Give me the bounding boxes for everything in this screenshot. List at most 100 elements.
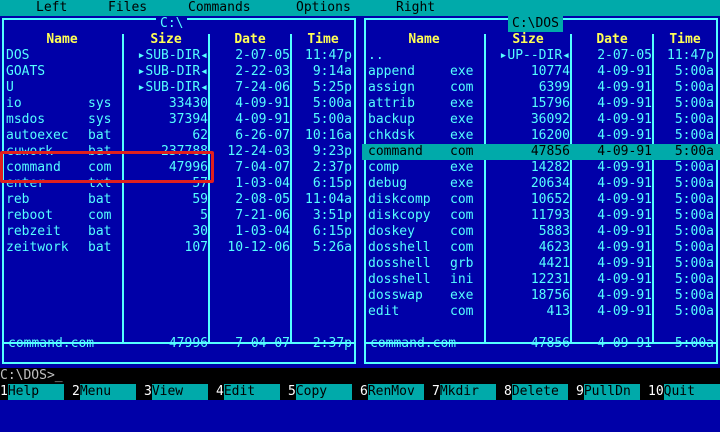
fkey-label: Copy [295,384,352,400]
file-row[interactable]: dosswap exe 18756 4-09-91 5:00a [362,288,720,304]
fkey-renmov[interactable]: 6RenMov [360,384,424,400]
file-row[interactable]: rebzeit bat 30 1-03-04 6:15p [0,224,358,240]
file-name: msdos [6,112,46,127]
file-size: 4421 [538,256,570,271]
file-time: 11:04a [305,192,352,207]
file-time: 11:47p [667,48,714,63]
file-row[interactable]: append exe 10774 4-09-91 5:00a [362,64,720,80]
file-row[interactable]: edit com 413 4-09-91 5:00a [362,304,720,320]
file-row[interactable]: diskcomp com 10652 4-09-91 5:00a [362,192,720,208]
file-row[interactable]: GOATS ▸SUB-DIR◂ 2-22-03 9:14a [0,64,358,80]
menu-bar: Left Files Commands Options Right [0,0,720,16]
file-row[interactable]: diskcopy com 11793 4-09-91 5:00a [362,208,720,224]
file-time: 5:00a [674,272,714,287]
file-time: 10:16a [305,128,352,143]
file-row[interactable]: dosshell com 4623 4-09-91 5:00a [362,240,720,256]
file-row[interactable]: dosshell grb 4421 4-09-91 5:00a [362,256,720,272]
fkey-delete[interactable]: 8Delete [504,384,568,400]
file-date: 4-09-91 [597,64,652,79]
file-row[interactable]: reboot com 5 7-21-06 3:51p [0,208,358,224]
file-size: 5883 [538,224,570,239]
file-name: doskey [368,224,415,239]
fkey-help[interactable]: 1Help [0,384,64,400]
file-date: 2-08-05 [235,192,290,207]
right-panel[interactable]: C:\DOS Name Size Date Time .. ▸UP--DIR◂ 2-… [362,16,720,366]
header-name: Name [46,32,78,47]
file-row[interactable]: U ▸SUB-DIR◂ 7-24-06 5:25p [0,80,358,96]
file-time: 5:00a [674,240,714,255]
file-size: ▸UP--DIR◂ [499,48,570,63]
file-row[interactable]: assign com 6399 4-09-91 5:00a [362,80,720,96]
menu-commands[interactable]: Commands [188,0,251,16]
fkey-number: 10 [648,384,664,399]
header-time: Time [669,32,701,47]
file-row[interactable]: .. ▸UP--DIR◂ 2-07-05 11:47p [362,48,720,64]
file-time: 5:00a [674,96,714,111]
fkey-quit[interactable]: 10Quit [648,384,720,400]
menu-left[interactable]: Left [36,0,67,16]
file-ext: com [450,240,474,255]
file-row[interactable]: attrib exe 15796 4-09-91 5:00a [362,96,720,112]
file-row[interactable]: chkdsk exe 16200 4-09-91 5:00a [362,128,720,144]
file-name: diskcopy [368,208,431,223]
file-size: 5 [200,208,208,223]
fkey-number: 7 [432,384,440,399]
file-row[interactable]: reb bat 59 2-08-05 11:04a [0,192,358,208]
right-file-list: .. ▸UP--DIR◂ 2-07-05 11:47p append exe 10774 4-… [362,48,720,320]
file-time: 5:00a [674,192,714,207]
file-time: 5:25p [312,80,352,95]
file-row[interactable]: dosshell ini 12231 4-09-91 5:00a [362,272,720,288]
menu-options[interactable]: Options [296,0,351,16]
file-size: 10774 [530,64,570,79]
menu-right[interactable]: Right [396,0,435,16]
file-date: 4-09-91 [597,112,652,127]
file-name: U [6,80,14,95]
file-date: 4-09-91 [597,288,652,303]
file-time: 9:23p [312,144,352,159]
file-row[interactable]: command com 47856 4-09-91 5:00a [362,144,720,160]
file-ext: bat [88,128,112,143]
file-row[interactable]: doskey com 5883 4-09-91 5:00a [362,224,720,240]
header-date: Date [234,32,266,47]
file-time: 5:00a [674,80,714,95]
file-ext: com [450,208,474,223]
file-row[interactable]: autoexec bat 62 6-26-07 10:16a [0,128,358,144]
menu-files[interactable]: Files [108,0,147,16]
file-row[interactable]: zeitwork bat 107 10-12-06 5:26a [0,240,358,256]
command-line[interactable]: C:\DOS>_ [0,368,720,384]
file-name: dosshell [368,256,431,271]
file-date: 4-09-91 [597,272,652,287]
file-row[interactable]: comp exe 14282 4-09-91 5:00a [362,160,720,176]
fkey-pulldn[interactable]: 9PullDn [576,384,640,400]
info-size: 47996 [168,336,208,351]
file-row[interactable]: backup exe 36092 4-09-91 5:00a [362,112,720,128]
file-size: 59 [192,192,208,207]
file-ext: sys [88,96,112,111]
file-ext: sys [88,112,112,127]
fkey-copy[interactable]: 5Copy [288,384,352,400]
highlight-box [0,151,214,183]
file-size: 18756 [530,288,570,303]
file-row[interactable]: msdos sys 37394 4-09-91 5:00a [0,112,358,128]
fkey-label: Edit [223,384,280,400]
fkey-edit[interactable]: 4Edit [216,384,280,400]
file-row[interactable]: debug exe 20634 4-09-91 5:00a [362,176,720,192]
left-panel[interactable]: C:\ Name Size Date Time DOS ▸SUB-DIR◂ 2-07… [0,16,358,366]
file-row[interactable]: DOS ▸SUB-DIR◂ 2-07-05 11:47p [0,48,358,64]
file-date: 4-09-91 [597,144,652,159]
fkey-menu[interactable]: 2Menu [72,384,136,400]
header-time: Time [307,32,339,47]
file-time: 2:37p [312,160,352,175]
file-date: 4-09-91 [597,224,652,239]
fkey-view[interactable]: 3View [144,384,208,400]
file-date: 1-03-04 [235,224,290,239]
file-ext: exe [450,176,474,191]
function-key-bar: 1Help 2Menu 3View 4Edit 5Copy 6RenMov 7Mkdir 8D… [0,384,720,400]
file-row[interactable]: io sys 33430 4-09-91 5:00a [0,96,358,112]
file-ext: com [450,144,474,159]
fkey-number: 9 [576,384,584,399]
file-time: 5:00a [674,176,714,191]
file-time: 6:15p [312,224,352,239]
fkey-mkdir[interactable]: 7Mkdir [432,384,496,400]
file-name: diskcomp [368,192,431,207]
